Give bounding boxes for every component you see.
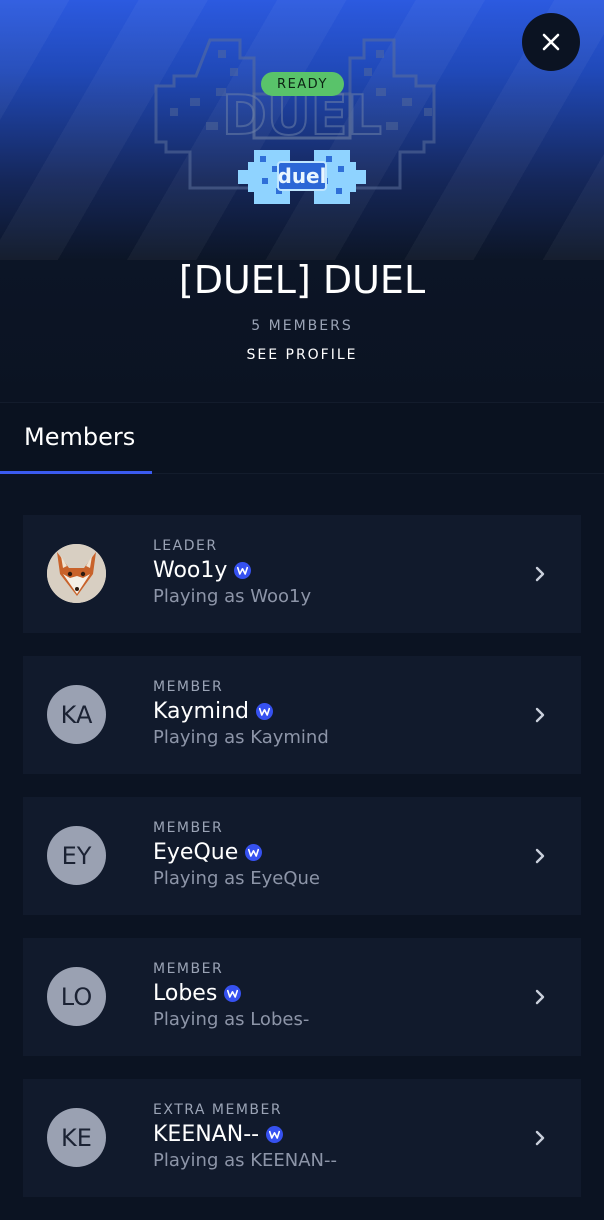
avatar bbox=[47, 544, 106, 603]
chevron-right-icon bbox=[535, 1130, 545, 1146]
member-role: MEMBER bbox=[153, 820, 224, 836]
verified-badge-icon bbox=[266, 1126, 284, 1143]
avatar: LO bbox=[47, 967, 106, 1026]
member-playing-as: Playing as Woo1y bbox=[153, 586, 312, 607]
svg-text:duel: duel bbox=[278, 164, 327, 188]
member-card[interactable]: KA MEMBER Kaymind Playing as Kaymind bbox=[23, 656, 581, 774]
member-playing-as: Playing as Lobes- bbox=[153, 1009, 310, 1030]
member-playing-as: Playing as KEENAN-- bbox=[153, 1150, 338, 1171]
member-role: LEADER bbox=[153, 538, 218, 554]
member-name: Woo1y bbox=[153, 558, 228, 583]
tab-bar: Members bbox=[0, 402, 604, 474]
member-playing-as: Playing as Kaymind bbox=[153, 727, 329, 748]
verified-badge-icon bbox=[256, 703, 273, 720]
member-name-row: Kaymind bbox=[153, 699, 273, 724]
member-card[interactable]: LEADER Woo1y Playing as Woo1y bbox=[23, 515, 581, 633]
member-role: EXTRA MEMBER bbox=[153, 1102, 283, 1118]
member-name: KEENAN-- bbox=[153, 1122, 260, 1147]
member-count: 5 MEMBERS bbox=[251, 318, 353, 334]
member-name-row: EyeQue bbox=[153, 840, 263, 865]
active-tab-indicator bbox=[0, 471, 152, 474]
members-list: LEADER Woo1y Playing as Woo1y KA MEMBER … bbox=[23, 515, 581, 1220]
member-role: MEMBER bbox=[153, 679, 224, 695]
member-name-row: Woo1y bbox=[153, 558, 252, 583]
member-card[interactable]: KE EXTRA MEMBER KEENAN-- Playing as KEEN… bbox=[23, 1079, 581, 1197]
chevron-right-icon bbox=[535, 848, 545, 864]
verified-badge-icon bbox=[234, 562, 252, 579]
status-badge: READY bbox=[261, 72, 344, 96]
member-role: MEMBER bbox=[153, 961, 224, 977]
member-card[interactable]: EY MEMBER EyeQue Playing as EyeQue bbox=[23, 797, 581, 915]
chevron-right-icon bbox=[535, 989, 545, 1005]
member-name-row: KEENAN-- bbox=[153, 1122, 284, 1147]
avatar: KA bbox=[47, 685, 106, 744]
member-name: Lobes bbox=[153, 981, 218, 1006]
close-button[interactable] bbox=[522, 13, 580, 71]
fox-avatar-image bbox=[47, 544, 106, 603]
tab-label: Members bbox=[24, 423, 136, 451]
member-name: EyeQue bbox=[153, 840, 239, 865]
see-profile-link[interactable]: SEE PROFILE bbox=[0, 347, 604, 363]
verified-badge-icon bbox=[245, 844, 263, 861]
chevron-right-icon bbox=[535, 707, 545, 723]
member-playing-as: Playing as EyeQue bbox=[153, 868, 320, 889]
chevron-right-icon bbox=[535, 566, 545, 582]
tab-members[interactable]: Members bbox=[0, 403, 152, 474]
avatar: EY bbox=[47, 826, 106, 885]
team-name: [DUEL] DUEL bbox=[178, 258, 426, 302]
member-card[interactable]: LO MEMBER Lobes Playing as Lobes- bbox=[23, 938, 581, 1056]
member-name-row: Lobes bbox=[153, 981, 242, 1006]
avatar: KE bbox=[47, 1108, 106, 1167]
verified-badge-icon bbox=[224, 985, 242, 1002]
member-name: Kaymind bbox=[153, 699, 249, 724]
team-logo: DUEL duel bbox=[154, 38, 436, 204]
close-icon bbox=[542, 33, 560, 51]
